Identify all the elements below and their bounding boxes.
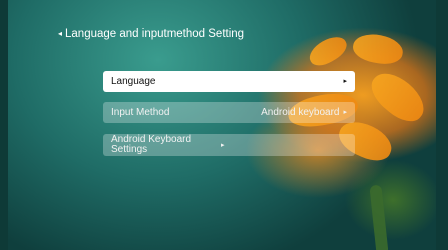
menu-item-label: Input Method <box>111 106 170 118</box>
menu-item-language[interactable]: Language ▸ <box>103 71 355 92</box>
menu-item-value: Android keyboard <box>261 107 340 118</box>
chevron-right-icon: ▸ <box>343 109 347 116</box>
menu-item-input-method[interactable]: Input Method Android keyboard ▸ <box>103 102 355 123</box>
back-arrow-icon[interactable]: ◂ <box>58 30 62 38</box>
flower-stem <box>369 184 389 250</box>
chevron-right-icon: ▸ <box>221 141 225 149</box>
chevron-right-icon: ▸ <box>343 78 347 85</box>
page-header[interactable]: ◂ Language and inputmethod Setting <box>58 28 244 40</box>
page-title: Language and inputmethod Setting <box>65 28 245 40</box>
menu-item-android-keyboard-settings[interactable]: Android Keyboard Settings ▸ <box>103 134 355 156</box>
menu-item-label: Android Keyboard Settings <box>111 134 192 155</box>
menu-item-label: Language <box>111 75 156 87</box>
